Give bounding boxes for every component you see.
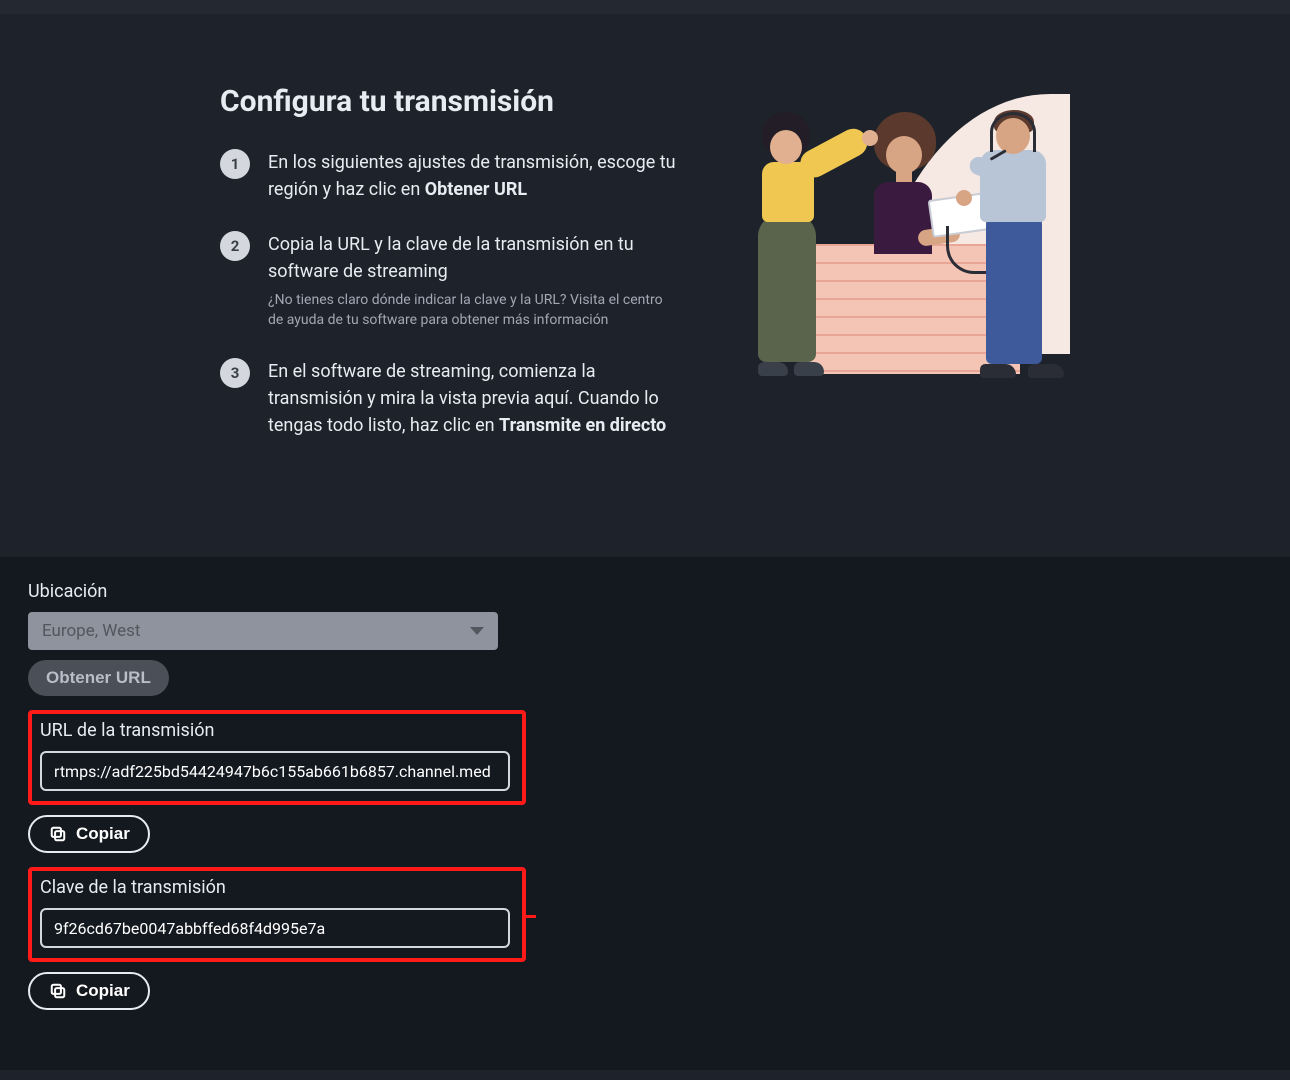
stream-url-label: URL de la transmisión: [40, 720, 514, 741]
step-3: 3 En el software de streaming, comienza …: [220, 358, 680, 439]
step-3-text: En el software de streaming, comienza la…: [268, 358, 680, 439]
copy-icon: [48, 981, 68, 1001]
stream-key-highlight: Clave de la transmisión: [28, 867, 526, 962]
stream-url-highlight: URL de la transmisión: [28, 710, 526, 805]
step-badge-2: 2: [220, 231, 250, 261]
stream-key-label: Clave de la transmisión: [40, 877, 514, 898]
step-2-text: Copia la URL y la clave de la transmisió…: [268, 231, 680, 330]
step-badge-3: 3: [220, 358, 250, 388]
location-select[interactable]: Europe, West: [28, 612, 498, 650]
step-badge-1: 1: [220, 149, 250, 179]
location-value: Europe, West: [42, 621, 140, 641]
step-1-text: En los siguientes ajustes de transmisión…: [268, 149, 680, 203]
step-3-bold: Transmite en directo: [499, 415, 666, 436]
stream-settings: Ubicación Europe, West Obtener URL URL d…: [0, 557, 1290, 1070]
stream-key-input[interactable]: [40, 908, 510, 948]
step-2-before: Copia la URL y la clave de la transmisió…: [268, 234, 634, 282]
broadcast-illustration: [730, 84, 1070, 394]
instructions-title: Configura tu transmisión: [220, 84, 680, 119]
copy-key-label: Copiar: [76, 981, 130, 1001]
copy-icon: [48, 824, 68, 844]
step-2: 2 Copia la URL y la clave de la transmis…: [220, 231, 680, 330]
location-block: Ubicación Europe, West Obtener URL: [28, 581, 1262, 696]
stream-url-input[interactable]: [40, 751, 510, 791]
step-1-bold: Obtener URL: [425, 179, 527, 200]
chevron-down-icon: [470, 627, 484, 635]
copy-url-label: Copiar: [76, 824, 130, 844]
step-2-subtext: ¿No tienes claro dónde indicar la clave …: [268, 291, 680, 330]
location-label: Ubicación: [28, 581, 1262, 602]
get-url-button[interactable]: Obtener URL: [28, 660, 169, 696]
copy-key-button[interactable]: Copiar: [28, 972, 150, 1010]
get-url-label: Obtener URL: [46, 668, 151, 688]
copy-url-button[interactable]: Copiar: [28, 815, 150, 853]
setup-instructions: Configura tu transmisión 1 En los siguie…: [0, 14, 1290, 557]
step-1: 1 En los siguientes ajustes de transmisi…: [220, 149, 680, 203]
app-top-bar: [0, 0, 1290, 14]
